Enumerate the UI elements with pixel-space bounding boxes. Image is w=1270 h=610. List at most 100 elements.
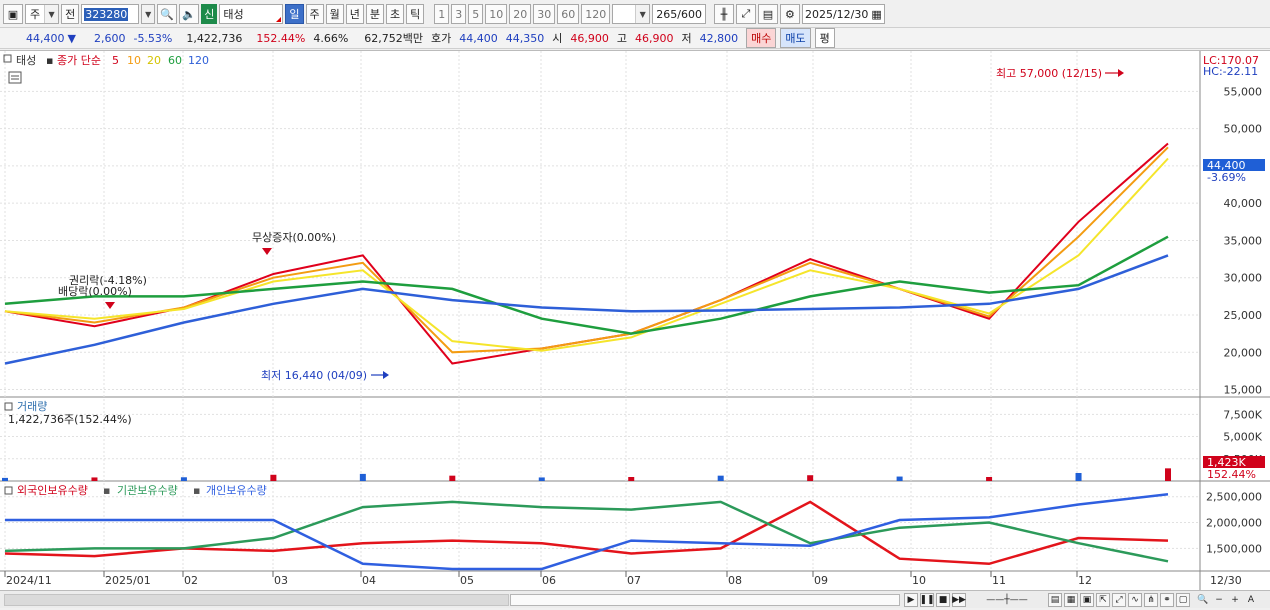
- tab-day[interactable]: 일: [285, 4, 304, 24]
- tab-tick[interactable]: 틱: [406, 4, 425, 24]
- volume-ratio: 152.44%: [256, 31, 306, 45]
- event-bonus-label: 무상증자(0.00%): [252, 231, 336, 244]
- ma-120-label: 120: [188, 54, 209, 67]
- interval-20[interactable]: 20: [509, 4, 532, 24]
- stop-icon[interactable]: ■: [936, 593, 950, 607]
- bottom-scrollbar[interactable]: ▶ ❚❚ ■ ▶▶ ——┼—— ▤ ▦ ▣ ⇱ ⤢ ∿ ⋔ ⚭ ▢ 🔍 − + …: [0, 590, 1270, 608]
- speaker-icon[interactable]: 🔈: [179, 4, 200, 24]
- chevron-down-icon: ▼: [44, 5, 59, 23]
- stock-name-tag: 태성: [16, 54, 36, 67]
- x-tick-label: 03: [274, 574, 288, 587]
- tab-month[interactable]: 월: [325, 4, 344, 24]
- stock-code-input[interactable]: 323280: [81, 4, 140, 24]
- stock-name-field[interactable]: 태성: [219, 4, 284, 24]
- down-arrow-icon: ▼: [67, 31, 76, 45]
- layout-icon[interactable]: ▤: [1048, 593, 1062, 607]
- code-dropdown[interactable]: ▼: [141, 4, 156, 24]
- date-input[interactable]: 2025/12/30 ▦: [801, 4, 885, 24]
- high-value: 46,900: [635, 31, 674, 45]
- scroll-track[interactable]: [4, 594, 509, 606]
- interval-30[interactable]: 30: [533, 4, 556, 24]
- panel-separator-mark: ▪: [46, 54, 53, 67]
- interval-120[interactable]: 120: [581, 4, 611, 24]
- zoom-out-icon[interactable]: −: [1212, 593, 1226, 607]
- bid-label: 호가: [431, 32, 452, 45]
- grid-icon[interactable]: ▦: [1064, 593, 1078, 607]
- zoom-out-search-icon[interactable]: 🔍: [1196, 593, 1210, 607]
- period-select[interactable]: 주 ▼: [25, 4, 60, 24]
- price-tick-label: 15,000: [1224, 384, 1263, 397]
- fork-icon[interactable]: ⋔: [1144, 593, 1158, 607]
- x-tick-label: 08: [728, 574, 742, 587]
- gear-icon[interactable]: ⚙: [779, 4, 800, 24]
- x-tick-label: 05: [460, 574, 474, 587]
- zoom-slider[interactable]: ——┼——: [972, 593, 1042, 607]
- fast-forward-icon[interactable]: ▶▶: [952, 593, 966, 607]
- window-icon[interactable]: ▢: [1176, 593, 1190, 607]
- pause-icon[interactable]: ❚❚: [919, 593, 935, 607]
- draw-tool-icon[interactable]: ⤢: [735, 4, 756, 24]
- tab-year[interactable]: 년: [345, 4, 364, 24]
- wave-icon[interactable]: ∿: [1128, 593, 1142, 607]
- tab-second[interactable]: 초: [386, 4, 405, 24]
- interval-5[interactable]: 5: [468, 4, 484, 24]
- open-label: 시: [552, 32, 563, 45]
- count-input[interactable]: 265/600: [652, 4, 706, 24]
- quote-bar: 44,400 ▼ 2,600 -5.53% 1,422,736 152.44% 4…: [0, 27, 1270, 49]
- volume-bar: [807, 475, 814, 481]
- legend-foreign: 외국인보유수량: [17, 484, 88, 497]
- interval-3[interactable]: 3: [451, 4, 467, 24]
- plot-background: [0, 51, 1200, 591]
- high-label: 고: [616, 32, 628, 45]
- volume-bar: [986, 477, 993, 481]
- tab-minute[interactable]: 분: [365, 4, 384, 24]
- stock-code-value: 323280: [84, 7, 129, 21]
- calendar-icon[interactable]: ▦: [871, 8, 881, 21]
- volume-bar: [896, 476, 903, 481]
- scroll-thumb[interactable]: [510, 594, 900, 606]
- price-tick-label: 35,000: [1224, 234, 1263, 247]
- x-tick-label: 12: [1078, 574, 1092, 587]
- interval-60[interactable]: 60: [557, 4, 580, 24]
- change-value: 2,600: [93, 31, 126, 45]
- candle-icon[interactable]: ╫: [713, 4, 734, 24]
- zoom-in-icon[interactable]: +: [1228, 593, 1242, 607]
- price-tick-label: 55,000: [1224, 85, 1263, 98]
- sell-button[interactable]: 매도: [780, 28, 811, 48]
- chart-svg[interactable]: 2024/11 2025/01 02 03 04 05 06 07 08 09 10 11 12 12/3…: [0, 51, 1270, 591]
- save-icon[interactable]: ▣: [1080, 593, 1094, 607]
- tab-week[interactable]: 주: [305, 4, 324, 24]
- link-icon[interactable]: ⚭: [1160, 593, 1174, 607]
- current-price: 44,400 ▼: [0, 28, 80, 48]
- buy-button[interactable]: 매수: [746, 28, 777, 48]
- ma-10-label: 10: [127, 54, 141, 67]
- x-tick-label: 10: [912, 574, 926, 587]
- amount-value: 62,752백만: [364, 32, 424, 45]
- ma-label: 종가 단순: [57, 54, 101, 67]
- prev-button[interactable]: 전: [61, 4, 80, 24]
- arrow-icon[interactable]: ⇱: [1096, 593, 1110, 607]
- toolbar: ▣ 주 ▼ 전 323280 ▼ 🔍 🔈 신 태성 일 주 월 년 분 초 틱 1…: [0, 2, 1270, 26]
- window-icon[interactable]: ▣: [3, 4, 23, 24]
- interval-custom-select[interactable]: ▼: [612, 4, 651, 24]
- x-tick-label: 09: [814, 574, 828, 587]
- holdings-tick-label: 2,000,000: [1206, 517, 1262, 530]
- flat-button[interactable]: 평: [814, 28, 835, 48]
- search-icon[interactable]: 🔍: [157, 4, 178, 24]
- interval-10[interactable]: 10: [485, 4, 508, 24]
- x-tick-label: 02: [184, 574, 198, 587]
- chart-area[interactable]: 2024/11 2025/01 02 03 04 05 06 07 08 09 10 11 12 12/3…: [0, 50, 1270, 591]
- count-total: /600: [677, 7, 702, 21]
- x-tick-label: 11: [992, 574, 1006, 587]
- calculator-icon[interactable]: [8, 71, 22, 84]
- legend-institution: 기관보유수량: [117, 484, 178, 497]
- interval-1[interactable]: 1: [434, 4, 450, 24]
- save-icon[interactable]: ▤: [757, 4, 778, 24]
- volume-bar: [1165, 468, 1171, 481]
- volume-bar: [538, 477, 545, 481]
- volume-tick-label: 5,000K: [1223, 431, 1262, 444]
- period-select-label: 주: [30, 8, 41, 21]
- line-icon[interactable]: ⤢: [1112, 593, 1126, 607]
- play-icon[interactable]: ▶: [904, 593, 918, 607]
- font-size-icon[interactable]: A: [1244, 593, 1258, 607]
